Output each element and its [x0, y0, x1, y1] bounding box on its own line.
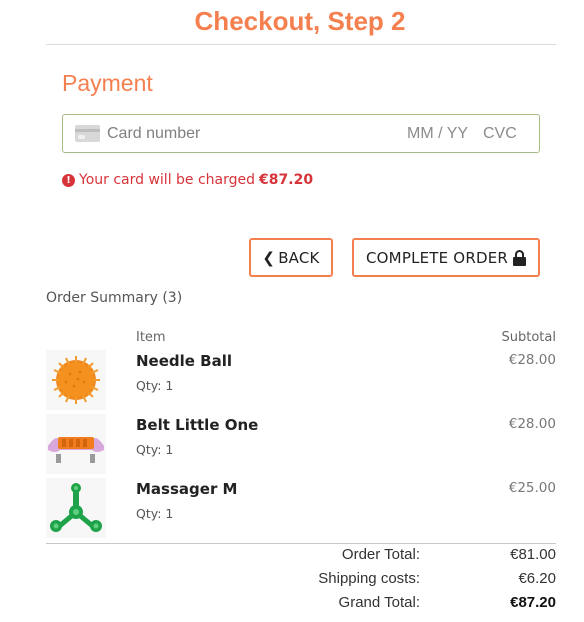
product-image-belt-little-one — [46, 414, 106, 474]
card-expiry-input[interactable] — [407, 115, 477, 152]
column-header-item: Item — [136, 330, 166, 345]
totals-divider — [46, 543, 556, 544]
item-name[interactable]: Massager M — [136, 480, 237, 498]
item-subtotal: €28.00 — [508, 352, 556, 368]
grand-total-label: Grand Total: — [338, 594, 420, 611]
credit-card-icon — [75, 125, 100, 142]
complete-order-label: COMPLETE ORDER — [366, 248, 508, 267]
charge-amount: €87.20 — [259, 172, 314, 188]
item-name[interactable]: Belt Little One — [136, 416, 258, 434]
shipping-costs-row: Shipping costs: €6.20 — [46, 570, 556, 592]
order-summary-title: Order Summary (3) — [46, 290, 183, 306]
item-subtotal: €28.00 — [508, 416, 556, 432]
exclamation-circle-icon: ! — [62, 173, 75, 187]
order-item-row: Belt Little One Qty: 1 €28.00 — [46, 414, 556, 476]
title-divider — [46, 44, 556, 45]
complete-order-button[interactable]: COMPLETE ORDER — [352, 238, 540, 277]
charge-notice-text: Your card will be charged — [79, 172, 256, 188]
order-total-label: Order Total: — [341, 546, 420, 563]
column-header-subtotal: Subtotal — [501, 330, 556, 345]
charge-notice: ! Your card will be charged €87.20 — [62, 172, 313, 188]
shipping-costs-label: Shipping costs: — [318, 570, 420, 587]
page-title: Checkout, Step 2 — [194, 6, 406, 36]
item-quantity: Qty: 1 — [136, 506, 174, 521]
product-image-needle-ball — [46, 350, 106, 410]
grand-total-value: €87.20 — [510, 594, 556, 611]
item-quantity: Qty: 1 — [136, 378, 174, 393]
order-item-row: Massager M Qty: 1 €25.00 — [46, 478, 556, 540]
grand-total-row: Grand Total: €87.20 — [46, 594, 556, 616]
product-image-massager-m — [46, 478, 106, 538]
order-total-row: Order Total: €81.00 — [46, 546, 556, 568]
card-input-group — [62, 114, 540, 153]
back-button-label: BACK — [278, 248, 320, 267]
lock-icon — [513, 249, 526, 266]
shipping-costs-value: €6.20 — [518, 570, 556, 587]
order-item-row: Needle Ball Qty: 1 €28.00 — [46, 350, 556, 412]
item-quantity: Qty: 1 — [136, 442, 174, 457]
item-subtotal: €25.00 — [508, 480, 556, 496]
card-cvc-input[interactable] — [483, 115, 533, 152]
card-number-input[interactable] — [107, 115, 387, 152]
item-name[interactable]: Needle Ball — [136, 352, 232, 370]
order-total-value: €81.00 — [510, 546, 556, 563]
chevron-left-icon: ❮ — [262, 248, 276, 267]
payment-section-title: Payment — [62, 70, 153, 96]
back-button[interactable]: ❮ BACK — [249, 238, 333, 277]
